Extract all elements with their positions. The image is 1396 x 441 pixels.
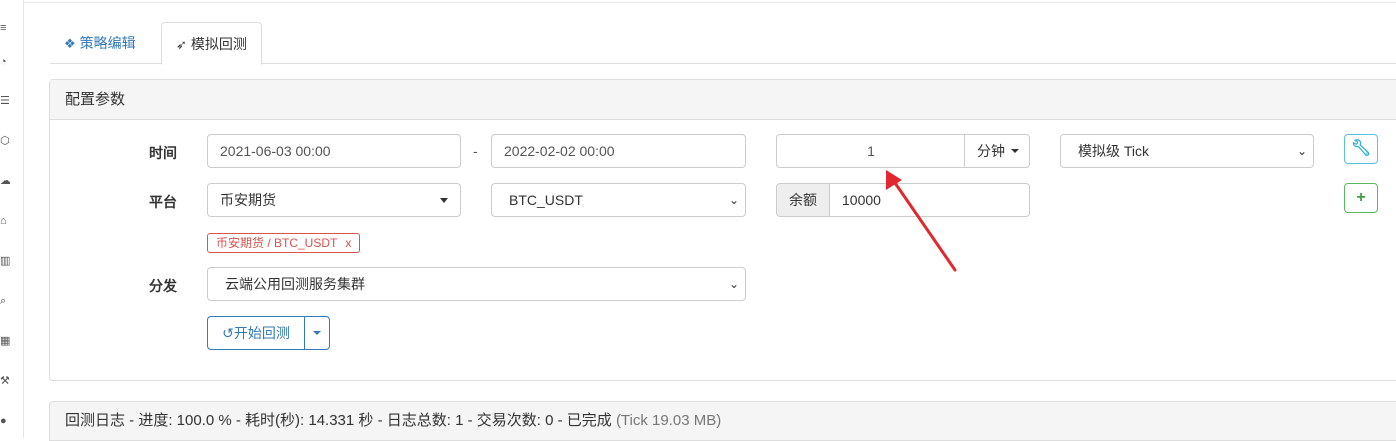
add-exchange-button[interactable]: +	[1344, 183, 1378, 213]
period-unit-label: 分钟	[977, 143, 1005, 159]
caret-down-icon	[440, 198, 448, 203]
pair-select[interactable]: BTC_USDT ⌄	[491, 183, 746, 217]
balance-addon: 余额	[776, 183, 830, 217]
selected-exchange-tag: 币安期货 / BTC_USDT x	[207, 233, 361, 253]
exchange-select[interactable]: 币安期货	[207, 183, 461, 217]
dashboard-icon[interactable]: ◔	[0, 56, 10, 68]
tab-backtest[interactable]: ➶ 模拟回测	[161, 22, 262, 65]
chart-icon[interactable]: ▥	[0, 255, 10, 267]
pair-value: BTC_USDT	[509, 192, 583, 208]
top-divider	[24, 0, 1396, 3]
start-time-value: 2021-06-03 00:00	[220, 143, 331, 159]
rocket-icon: ➶	[176, 37, 187, 52]
start-backtest-button[interactable]: ↺开始回测	[208, 317, 305, 349]
end-time-input[interactable]: 2022-02-02 00:00	[491, 134, 746, 168]
tab-label: 模拟回测	[190, 36, 247, 52]
bank-icon[interactable]: ⌂	[0, 215, 10, 227]
tick-mode-select[interactable]: 模拟级 Tick ⌄	[1060, 134, 1314, 168]
tick-mode-value: 模拟级 Tick	[1078, 143, 1150, 159]
plus-icon: +	[1356, 189, 1366, 206]
cubes-icon: ❖	[64, 36, 76, 51]
period-value: 1	[867, 143, 875, 159]
balance-input[interactable]: 10000	[829, 183, 1030, 217]
caret-down-icon	[1011, 149, 1019, 153]
start-time-input[interactable]: 2021-06-03 00:00	[207, 134, 461, 168]
start-backtest-label: 开始回测	[233, 325, 290, 341]
time-label: 时间	[149, 145, 177, 161]
chevron-down-icon: ⌄	[1296, 144, 1307, 158]
log-status-text: 回测日志 - 进度: 100.0 % - 耗时(秒): 14.331 秒 - 日…	[65, 412, 612, 429]
search-icon[interactable]: ⌕	[0, 295, 10, 307]
period-input[interactable]: 1	[776, 134, 966, 168]
close-icon[interactable]: x	[345, 236, 351, 250]
tools-icon[interactable]: ⚒	[0, 375, 10, 387]
tag-label: 币安期货 / BTC_USDT	[216, 236, 338, 250]
start-backtest-button-group: ↺开始回测	[207, 316, 330, 350]
cube-icon[interactable]: ⬡	[0, 135, 10, 147]
tab-bar: ❖ 策略编辑 ➶ 模拟回测	[50, 22, 1396, 65]
panel-title: 配置参数	[50, 80, 1396, 120]
backtest-log-bar[interactable]: 回测日志 - 进度: 100.0 % - 耗时(秒): 14.331 秒 - 日…	[49, 401, 1396, 441]
platform-label: 平台	[149, 194, 177, 210]
caret-down-icon	[313, 331, 321, 335]
time-separator: -	[473, 143, 478, 159]
settings-wrench-button[interactable]: 🔧︎	[1344, 134, 1378, 164]
history-icon: ↺	[222, 325, 234, 341]
balance-label: 余额	[789, 192, 817, 208]
chevron-down-icon: ⌄	[728, 277, 739, 291]
dispatch-value: 云端公用回测服务集群	[225, 276, 365, 292]
cloud-icon[interactable]: ☁	[0, 175, 10, 187]
exchange-value: 币安期货	[220, 192, 276, 208]
left-sidebar: ≡ ◔ ☰ ⬡ ☁ ⌂ ▥ ⌕ ▦ ⚒ ●	[0, 0, 24, 438]
chat-icon[interactable]: ●	[0, 415, 10, 427]
balance-value: 10000	[842, 192, 881, 208]
menu-icon[interactable]: ≡	[0, 22, 10, 34]
dispatch-label: 分发	[149, 278, 177, 294]
period-unit-dropdown[interactable]: 分钟	[964, 134, 1030, 168]
chevron-down-icon: ⌄	[728, 193, 739, 207]
list-icon[interactable]: ☰	[0, 95, 10, 107]
tab-label: 策略编辑	[79, 35, 136, 51]
dispatch-select[interactable]: 云端公用回测服务集群 ⌄	[207, 267, 746, 301]
calculator-icon[interactable]: ▦	[0, 335, 10, 347]
tab-strategy-edit[interactable]: ❖ 策略编辑	[50, 22, 150, 64]
log-size-text: (Tick 19.03 MB)	[615, 412, 722, 429]
end-time-value: 2022-02-02 00:00	[504, 143, 615, 159]
start-backtest-dropdown[interactable]	[305, 317, 329, 349]
wrench-icon: 🔧︎	[1350, 140, 1372, 157]
